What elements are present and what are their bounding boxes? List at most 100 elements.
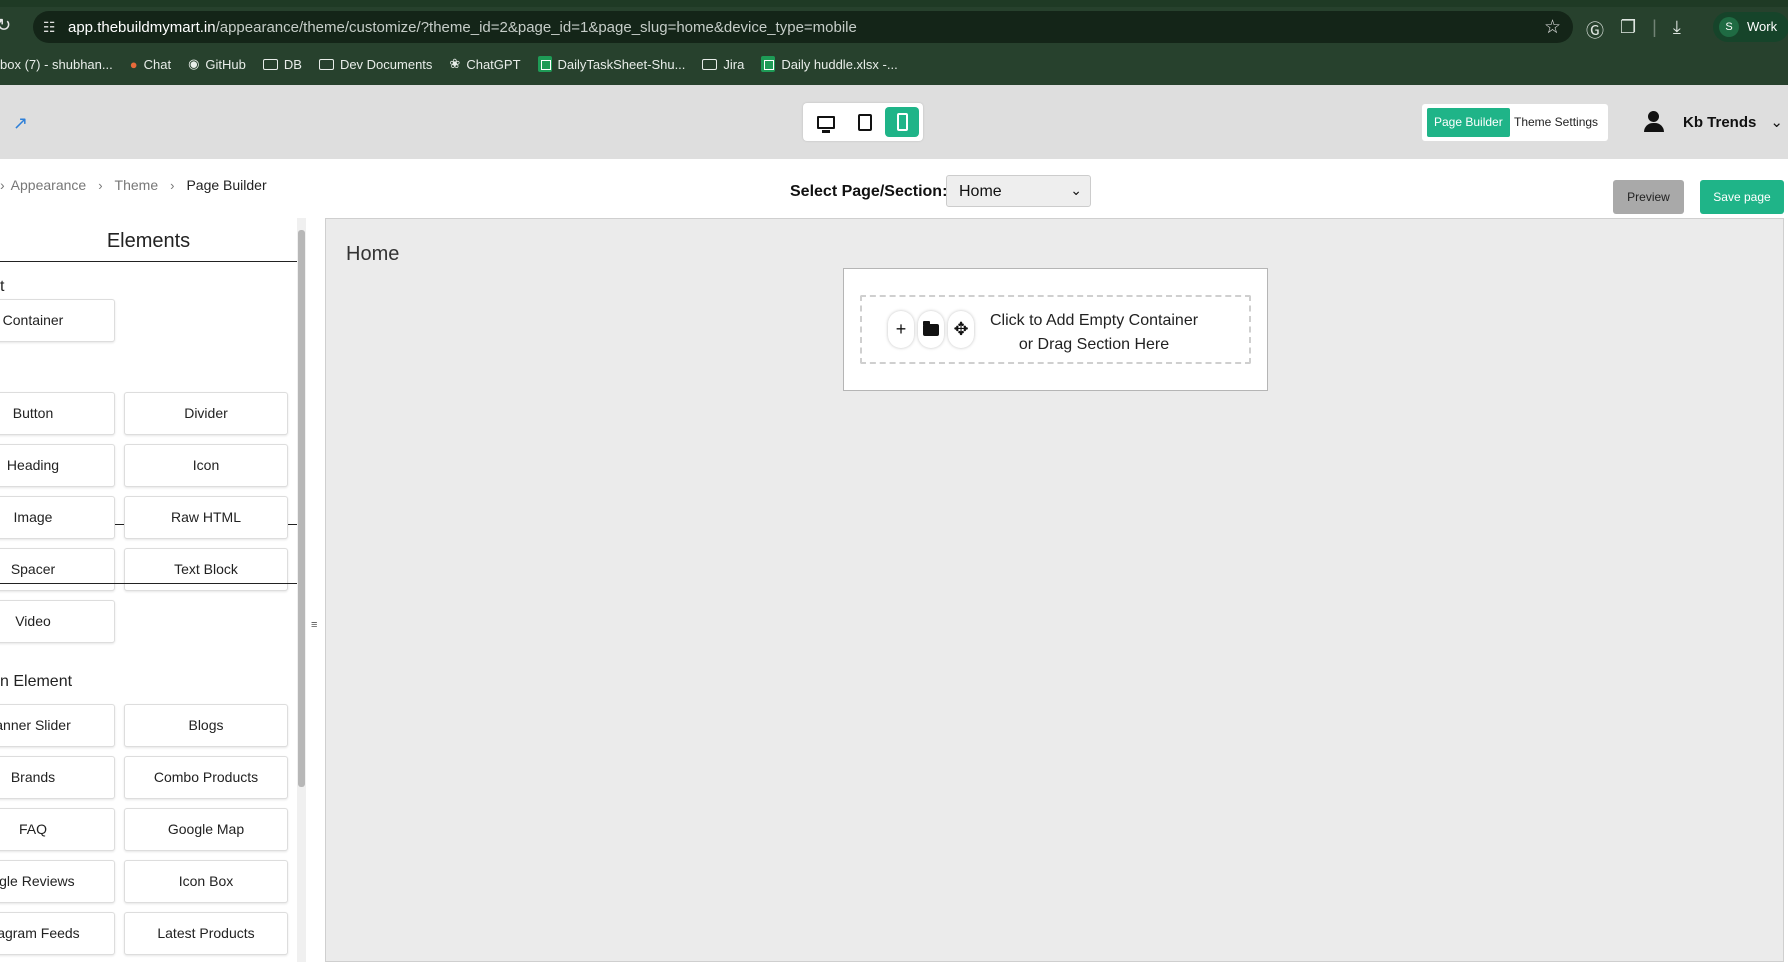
bookmarks-bar: box (7) - shubhan... ● Chat ◉ GitHub DB De… bbox=[0, 51, 915, 77]
bookmark-item[interactable]: Daily huddle.xlsx -... bbox=[761, 56, 898, 72]
user-name: Kb Trends bbox=[1683, 113, 1757, 131]
element-latest-products[interactable]: Latest Products bbox=[124, 912, 288, 955]
chat-icon: ● bbox=[129, 56, 138, 72]
breadcrumb-appearance[interactable]: Appearance bbox=[11, 177, 87, 193]
bookmark-star-icon[interactable]: ☆ bbox=[1544, 16, 1561, 39]
grammarly-icon[interactable]: Ⓖ bbox=[1586, 17, 1604, 43]
chevron-right-icon: › bbox=[170, 177, 175, 193]
element-button[interactable]: Button bbox=[0, 392, 115, 435]
elements-panel-title: Elements bbox=[0, 218, 297, 262]
element-banner-slider[interactable]: anner Slider bbox=[0, 704, 115, 747]
chevron-down-icon: ⌄ bbox=[1070, 182, 1082, 198]
bookmark-item[interactable]: box (7) - shubhan... bbox=[0, 57, 113, 72]
empty-container: + ✥ Click to Add Empty Container or Drag… bbox=[843, 268, 1268, 391]
browser-chrome: ↻ ☷ app.thebuildmymart.in/appearance/the… bbox=[0, 0, 1788, 85]
element-text-block[interactable]: Text Block bbox=[124, 548, 288, 591]
folder-icon bbox=[702, 58, 718, 70]
user-menu[interactable]: Kb Trends ⌄ bbox=[1643, 109, 1783, 135]
element-brands[interactable]: Brands bbox=[0, 756, 115, 799]
open-template-button[interactable] bbox=[918, 311, 944, 348]
bookmark-item[interactable]: DailyTaskSheet-Shu... bbox=[537, 56, 685, 72]
divider: | bbox=[1652, 17, 1657, 37]
element-blogs[interactable]: Blogs bbox=[124, 704, 288, 747]
bookmark-item[interactable]: Dev Documents bbox=[318, 57, 432, 72]
group-label-theme-element: n Element bbox=[0, 673, 73, 690]
desktop-icon bbox=[817, 115, 835, 133]
element-faq[interactable]: FAQ bbox=[0, 808, 115, 851]
element-google-reviews[interactable]: ogle Reviews bbox=[0, 860, 115, 903]
desktop-view-button[interactable] bbox=[809, 107, 843, 137]
reload-icon[interactable]: ↻ bbox=[0, 15, 11, 36]
sheets-icon bbox=[761, 56, 776, 72]
chevron-down-icon: ⌄ bbox=[1770, 114, 1783, 131]
preview-button[interactable]: Preview bbox=[1613, 180, 1684, 214]
tablet-icon bbox=[858, 113, 872, 131]
element-spacer[interactable]: Spacer bbox=[0, 548, 115, 591]
element-instagram-feeds[interactable]: stagram Feeds bbox=[0, 912, 115, 955]
save-page-button[interactable]: Save page bbox=[1700, 180, 1784, 214]
chevron-right-icon: › bbox=[0, 177, 5, 193]
element-image[interactable]: Image bbox=[0, 496, 115, 539]
theme-settings-tab[interactable]: Theme Settings bbox=[1507, 108, 1605, 137]
mobile-icon bbox=[896, 113, 908, 131]
main-content: › Appearance › Theme › Page Builder Sele… bbox=[0, 159, 1788, 962]
group-label-layout: t bbox=[0, 278, 5, 295]
section-dropzone[interactable]: + ✥ Click to Add Empty Container or Drag… bbox=[860, 295, 1251, 364]
address-row: ↻ ☷ app.thebuildmymart.in/appearance/the… bbox=[0, 9, 1788, 45]
element-combo-products[interactable]: Combo Products bbox=[124, 756, 288, 799]
scrollbar-thumb[interactable] bbox=[298, 230, 305, 787]
breadcrumb-theme[interactable]: Theme bbox=[115, 177, 159, 193]
extensions-icon[interactable]: ❐ bbox=[1620, 17, 1636, 43]
extensions-area: Ⓖ ❐ | ⤓ bbox=[1586, 17, 1681, 43]
github-icon: ◉ bbox=[188, 56, 200, 71]
move-icon: ✥ bbox=[953, 319, 969, 339]
divider bbox=[0, 583, 297, 584]
panel-scrollbar[interactable] bbox=[297, 218, 306, 962]
breadcrumb-current: Page Builder bbox=[186, 177, 267, 193]
bookmark-item[interactable]: ● Chat bbox=[130, 57, 171, 72]
dropzone-text: Click to Add Empty Container or Drag Sec… bbox=[989, 312, 1199, 353]
mobile-view-button[interactable] bbox=[885, 107, 919, 137]
url-text[interactable]: app.thebuildmymart.in/appearance/theme/c… bbox=[68, 19, 857, 36]
page-select-value: Home bbox=[959, 183, 1002, 200]
folder-icon bbox=[923, 320, 939, 336]
tablet-view-button[interactable] bbox=[848, 107, 882, 137]
bookmark-item[interactable]: DB bbox=[262, 57, 302, 72]
downloads-icon[interactable]: ⤓ bbox=[1673, 17, 1681, 43]
profile-button[interactable]: S Work bbox=[1713, 12, 1788, 42]
element-divider[interactable]: Divider bbox=[124, 392, 288, 435]
page-select[interactable]: Home ⌄ bbox=[946, 175, 1091, 207]
bookmark-item[interactable]: Jira bbox=[702, 57, 744, 72]
site-settings-icon[interactable]: ☷ bbox=[43, 19, 56, 36]
profile-avatar: S bbox=[1719, 17, 1739, 37]
element-video[interactable]: Video bbox=[0, 600, 115, 643]
element-google-map[interactable]: Google Map bbox=[124, 808, 288, 851]
bookmark-item[interactable]: ❀ ChatGPT bbox=[449, 56, 520, 72]
breadcrumb: › Appearance › Theme › Page Builder bbox=[0, 177, 267, 193]
element-icon[interactable]: Icon bbox=[124, 444, 288, 487]
chatgpt-icon: ❀ bbox=[449, 56, 461, 71]
element-container[interactable]: Container bbox=[0, 299, 115, 342]
address-bar[interactable]: ☷ app.thebuildmymart.in/appearance/theme… bbox=[33, 11, 1573, 43]
page-builder-tab[interactable]: Page Builder bbox=[1427, 108, 1510, 137]
add-container-button[interactable]: + bbox=[888, 311, 914, 348]
bookmark-item[interactable]: ◉ GitHub bbox=[188, 56, 246, 72]
elements-panel: Elements t Container Button Divider Head… bbox=[0, 218, 297, 962]
move-handle-button[interactable]: ✥ bbox=[948, 311, 974, 348]
tab-strip bbox=[0, 0, 1788, 7]
resize-handle-icon[interactable]: ≡ bbox=[311, 619, 317, 631]
folder-icon bbox=[262, 58, 278, 70]
folder-icon bbox=[318, 58, 334, 70]
external-link-icon[interactable]: ↗ bbox=[13, 113, 28, 134]
page-canvas: Home + ✥ Click to Add Empty Container or… bbox=[325, 218, 1784, 962]
canvas-page-title: Home bbox=[346, 243, 400, 265]
element-raw-html[interactable]: Raw HTML bbox=[124, 496, 288, 539]
chevron-right-icon: › bbox=[98, 177, 103, 193]
user-icon bbox=[1643, 111, 1665, 133]
element-icon-box[interactable]: Icon Box bbox=[124, 860, 288, 903]
select-page-label: Select Page/Section: bbox=[790, 183, 948, 200]
mode-switcher: Page Builder Theme Settings bbox=[1422, 104, 1608, 141]
device-switcher bbox=[803, 103, 923, 141]
element-heading[interactable]: Heading bbox=[0, 444, 115, 487]
plus-icon: + bbox=[895, 319, 907, 339]
